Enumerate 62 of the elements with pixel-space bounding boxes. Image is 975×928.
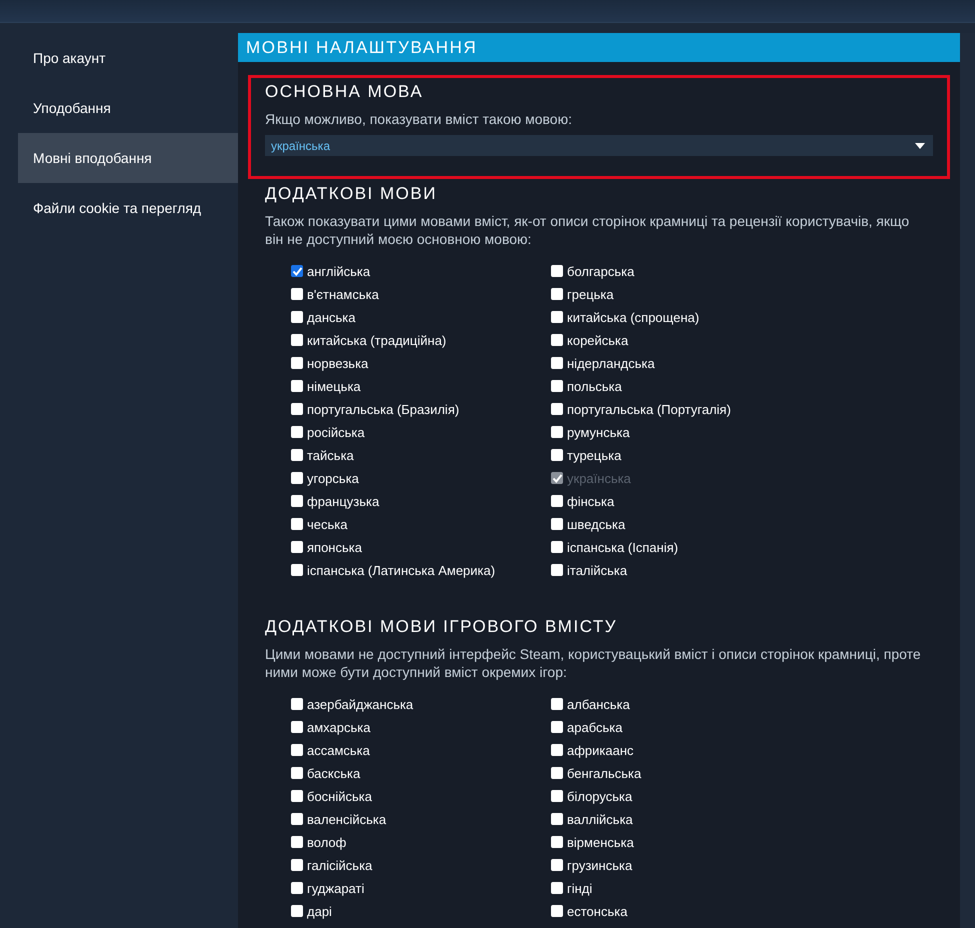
language-checkbox[interactable]: шведська	[551, 515, 933, 533]
sidebar-item[interactable]: Про акаунт	[18, 33, 238, 83]
language-checkbox[interactable]: корейська	[551, 331, 933, 349]
language-checkbox[interactable]: норвезька	[291, 354, 551, 372]
language-checkbox[interactable]: турецька	[551, 446, 933, 464]
sidebar-item[interactable]: Файли cookie та перегляд	[18, 183, 238, 233]
language-checkbox[interactable]: німецька	[291, 377, 551, 395]
language-checkbox[interactable]: угорська	[291, 469, 551, 487]
language-checkbox[interactable]: бенгальська	[551, 764, 933, 782]
language-checkbox[interactable]: грецька	[551, 285, 933, 303]
language-checkbox[interactable]: французька	[291, 492, 551, 510]
language-checkbox[interactable]: ассамська	[291, 741, 551, 759]
language-checkbox[interactable]: італійська	[551, 561, 933, 579]
language-checkbox[interactable]: болгарська	[551, 262, 933, 280]
checkmark-icon	[552, 472, 562, 484]
language-checkbox[interactable]: тайська	[291, 446, 551, 464]
language-checkbox[interactable]: грузинська	[551, 856, 933, 874]
language-checkbox[interactable]: данська	[291, 308, 551, 326]
section-description: Якщо можливо, показувати вміст такою мовою:	[265, 110, 573, 128]
section-description: Цими мовами не доступний інтерфейс Steam, користувацький вміст і описи сторінок крамниці, проте ними може бути доступний вміст окремих ігор:	[265, 645, 922, 681]
language-checkbox[interactable]: боснійська	[291, 787, 551, 805]
language-checkbox[interactable]: арабська	[551, 718, 933, 736]
language-checkbox[interactable]: албанська	[551, 695, 933, 713]
language-checkbox[interactable]: іспанська (Іспанія)	[551, 538, 933, 556]
sidebar-item[interactable]: Уподобання	[18, 83, 238, 133]
section-heading: ДОДАТКОВІ МОВИ	[265, 184, 438, 204]
language-checkbox[interactable]: англійська	[291, 262, 551, 280]
language-checkbox[interactable]: дарі	[291, 902, 551, 920]
language-checkbox[interactable]: білоруська	[551, 787, 933, 805]
language-checkbox[interactable]: польська	[551, 377, 933, 395]
language-checkbox[interactable]: фінська	[551, 492, 933, 510]
language-checkbox[interactable]: китайська (спрощена)	[551, 308, 933, 326]
language-checkbox[interactable]: російська	[291, 423, 551, 441]
language-checkbox[interactable]: португальська (Португалія)	[551, 400, 933, 418]
sidebar-item[interactable]: Мовні вподобання	[18, 133, 238, 183]
language-checkbox[interactable]: нідерландська	[551, 354, 933, 372]
language-checkbox[interactable]: валенсійська	[291, 810, 551, 828]
language-checkbox[interactable]: естонська	[551, 902, 933, 920]
caret-icon	[915, 142, 925, 148]
language-checkbox[interactable]: румунська	[551, 423, 933, 441]
section-heading: ДОДАТКОВІ МОВИ ІГРОВОГО ВМІСТУ	[265, 617, 618, 637]
language-checkbox[interactable]: волоф	[291, 833, 551, 851]
language-checkbox[interactable]: валлійська	[551, 810, 933, 828]
language-checkbox[interactable]: в'єтнамська	[291, 285, 551, 303]
language-checkbox[interactable]: китайська (традиційна)	[291, 331, 551, 349]
language-checkbox[interactable]: японська	[291, 538, 551, 556]
section-heading: ОСНОВНА МОВА	[265, 82, 424, 102]
language-checkbox[interactable]: баскська	[291, 764, 551, 782]
language-checkbox[interactable]: азербайджанська	[291, 695, 551, 713]
language-checkbox[interactable]: галісійська	[291, 856, 551, 874]
section-description: Також показувати цими мовами вміст, як-от описи сторінок крамниці та рецензії користувачів, якщо він не доступний моєю основною мовою:	[265, 212, 910, 248]
language-checkbox[interactable]: гуджараті	[291, 879, 551, 897]
language-checkbox[interactable]: португальська (Бразилія)	[291, 400, 551, 418]
language-dropdown[interactable]: українська	[265, 135, 933, 156]
language-checkbox[interactable]: чеська	[291, 515, 551, 533]
language-checkbox[interactable]: амхарська	[291, 718, 551, 736]
language-checkbox[interactable]: африкаанс	[551, 741, 933, 759]
checkmark-icon	[292, 266, 302, 276]
panel-title: МОВНІ НАЛАШТУВАННЯ	[238, 33, 960, 62]
language-checkbox[interactable]: іспанська (Латинська Америка)	[291, 561, 551, 579]
language-checkbox[interactable]: вірменська	[551, 833, 933, 851]
language-checkbox[interactable]: гінді	[551, 879, 933, 897]
